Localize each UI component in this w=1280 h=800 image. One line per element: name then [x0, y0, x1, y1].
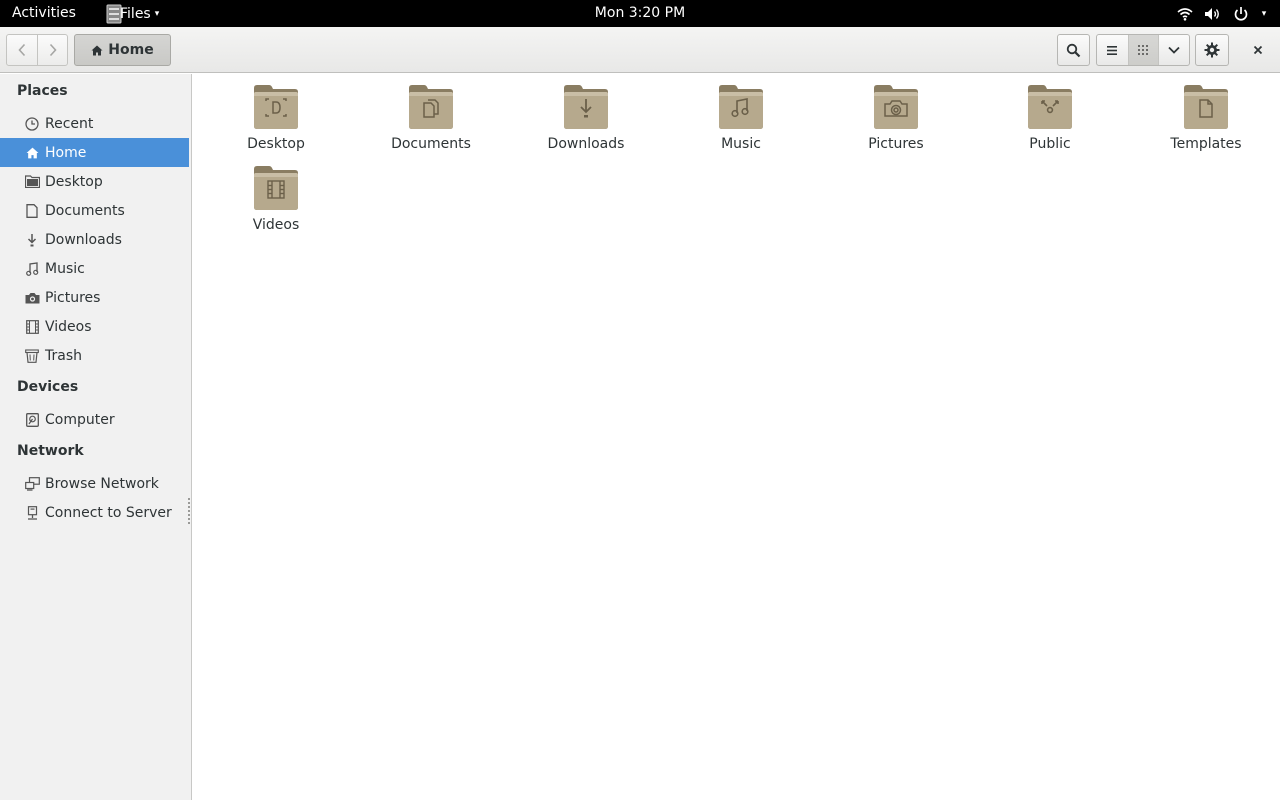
sidebar-item-label: Trash [45, 347, 82, 364]
sidebar-item-label: Music [45, 260, 85, 277]
folder-public[interactable]: Public [975, 84, 1125, 160]
app-name: Files [120, 5, 151, 22]
header-bar: Home [0, 27, 1280, 73]
trash-icon [24, 348, 40, 364]
folder-videos[interactable]: Videos [201, 165, 351, 241]
home-icon [24, 145, 40, 161]
app-menu[interactable]: Files ▾ [100, 0, 159, 27]
view-options-button[interactable] [1158, 35, 1189, 65]
wifi-icon [1176, 5, 1194, 23]
back-button[interactable] [7, 35, 37, 65]
sidebar-item-label: Pictures [45, 289, 101, 306]
search-button[interactable] [1057, 34, 1090, 66]
folder-pictures[interactable]: Pictures [821, 84, 971, 160]
download-icon [24, 232, 40, 248]
sidebar-item-recent[interactable]: Recent [0, 109, 189, 138]
clock[interactable]: Mon 3:20 PM [595, 5, 685, 21]
sidebar-item-downloads[interactable]: Downloads [0, 225, 189, 254]
film-icon [24, 319, 40, 335]
folder-music[interactable]: Music [666, 84, 816, 160]
sidebar-resize-handle[interactable] [188, 498, 190, 526]
gear-icon [1204, 42, 1220, 58]
list-view-button[interactable] [1097, 35, 1128, 65]
camera-icon [24, 290, 40, 306]
activities-button[interactable]: Activities [12, 5, 76, 21]
folder-name: Public [1029, 136, 1071, 152]
folder-documents-icon [409, 85, 453, 129]
back-icon [18, 43, 26, 57]
folder-pictures-icon [874, 85, 918, 129]
sidebar-item-music[interactable]: Music [0, 254, 189, 283]
forward-icon [49, 43, 57, 57]
top-bar: Activities Files ▾ Mon 3:20 PM ▾ [0, 0, 1280, 27]
system-status-menu[interactable]: ▾ [1176, 0, 1268, 27]
server-icon [24, 505, 40, 521]
sidebar-item-trash[interactable]: Trash [0, 341, 189, 370]
folder-templates[interactable]: Templates [1131, 84, 1280, 160]
folder-music-icon [719, 85, 763, 129]
sidebar-item-label: Recent [45, 115, 94, 132]
app-menu-caret: ▾ [154, 8, 160, 19]
volume-icon [1204, 5, 1222, 23]
list-view-icon [1107, 45, 1118, 55]
folder-public-icon [1028, 85, 1072, 129]
navigation-buttons [6, 34, 68, 66]
network-icon [24, 476, 40, 492]
sidebar-item-label: Browse Network [45, 475, 159, 492]
sidebar-item-browse-network[interactable]: Browse Network [0, 469, 189, 498]
settings-menu-button[interactable] [1195, 34, 1229, 66]
sidebar-item-connect-to-server[interactable]: Connect to Server [0, 498, 189, 527]
path-bar-home-button[interactable]: Home [74, 34, 171, 66]
sidebar-item-label: Documents [45, 202, 125, 219]
sidebar-section-network: Network [17, 443, 84, 459]
sidebar-item-computer[interactable]: Computer [0, 405, 189, 434]
folder-documents[interactable]: Documents [356, 84, 506, 160]
sidebar-item-pictures[interactable]: Pictures [0, 283, 189, 312]
drive-icon [24, 412, 40, 428]
sidebar-item-home[interactable]: Home [0, 138, 189, 167]
folder-downloads[interactable]: Downloads [511, 84, 661, 160]
search-icon [1066, 43, 1081, 57]
close-window-button[interactable] [1243, 34, 1273, 66]
view-mode-buttons [1096, 34, 1190, 66]
grid-view-button[interactable] [1127, 35, 1159, 65]
power-icon [1232, 5, 1250, 23]
sidebar-item-label: Videos [45, 318, 92, 335]
folder-downloads-icon [564, 85, 608, 129]
home-icon [91, 45, 103, 55]
path-bar-label: Home [108, 42, 154, 58]
clock-icon [24, 116, 40, 132]
folder-name: Pictures [868, 136, 924, 152]
folder-videos-icon [254, 166, 298, 210]
sidebar-item-label: Desktop [45, 173, 103, 190]
folder-icon [24, 174, 40, 190]
sidebar-section-places: Places [17, 83, 68, 99]
sidebar-item-desktop[interactable]: Desktop [0, 167, 189, 196]
sidebar-item-label: Home [45, 144, 87, 161]
close-icon [1253, 45, 1263, 55]
folder-templates-icon [1184, 85, 1228, 129]
sidebar-item-label: Computer [45, 411, 115, 428]
folder-name: Downloads [547, 136, 625, 152]
grid-view-icon [1138, 45, 1149, 55]
folder-name: Videos [252, 217, 300, 233]
music-icon [24, 261, 40, 277]
forward-button[interactable] [37, 35, 67, 65]
sidebar: Places Recent Home Desktop Documents Dow… [0, 74, 192, 800]
folder-desktop-icon [254, 85, 298, 129]
folder-desktop[interactable]: Desktop [201, 84, 351, 160]
file-view: Desktop Documents Downloads Music Pictur… [193, 74, 1280, 800]
folder-name: Documents [391, 136, 471, 152]
folder-name: Desktop [247, 136, 305, 152]
sidebar-item-label: Connect to Server [45, 504, 172, 521]
sidebar-item-videos[interactable]: Videos [0, 312, 189, 341]
sidebar-item-documents[interactable]: Documents [0, 196, 189, 225]
document-icon [24, 203, 40, 219]
sidebar-section-devices: Devices [17, 379, 79, 395]
sidebar-item-label: Downloads [45, 231, 122, 248]
folder-name: Music [721, 136, 761, 152]
chevron-down-icon [1168, 46, 1180, 54]
status-caret-icon: ▾ [1261, 8, 1267, 19]
folder-name: Templates [1170, 136, 1242, 152]
